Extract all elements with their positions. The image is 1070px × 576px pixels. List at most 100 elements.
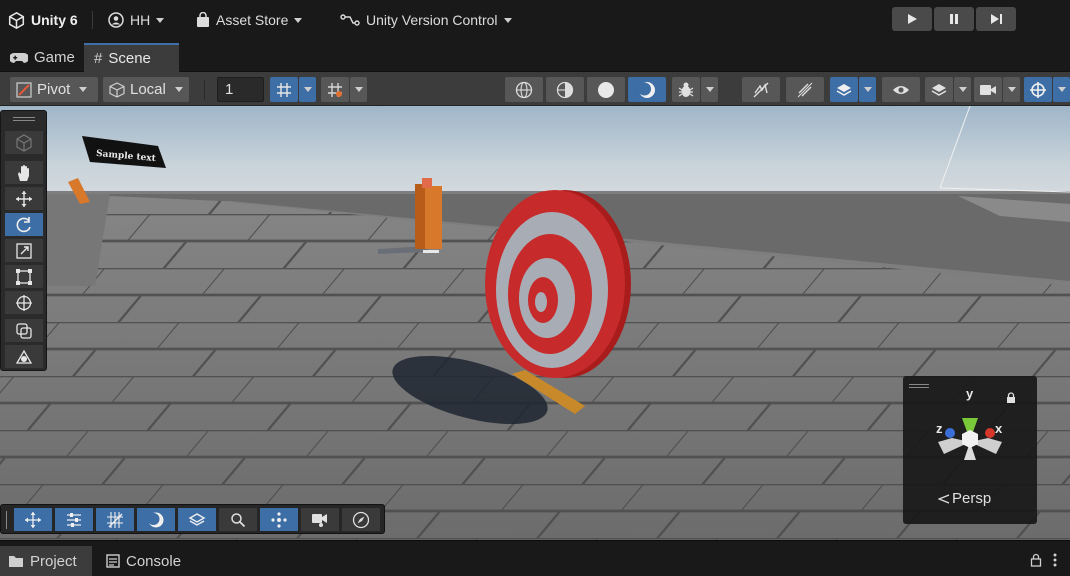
play-button[interactable] bbox=[892, 7, 932, 31]
z-axis-label: z bbox=[936, 421, 943, 436]
snap-icon bbox=[328, 82, 342, 97]
camera-dropdown[interactable] bbox=[1003, 77, 1020, 102]
snap-dropdown[interactable] bbox=[350, 77, 367, 102]
transform-tool-button[interactable] bbox=[5, 291, 43, 314]
asset-store-menu[interactable]: Asset Store bbox=[196, 0, 303, 40]
toggle-2d-button[interactable] bbox=[742, 77, 780, 102]
center-cube[interactable] bbox=[962, 430, 978, 448]
increment-snap-toggle[interactable] bbox=[321, 77, 349, 102]
drag-handle[interactable] bbox=[909, 384, 929, 385]
y-axis-label: y bbox=[966, 386, 974, 401]
unity-logo-icon bbox=[8, 11, 25, 29]
view-tool-button[interactable] bbox=[5, 131, 43, 154]
probe-icon bbox=[15, 349, 33, 364]
lock-icon[interactable] bbox=[1030, 553, 1042, 567]
grid-dropdown[interactable] bbox=[299, 77, 316, 102]
chevron-down-icon bbox=[1007, 87, 1016, 92]
gizmos-toggle-button[interactable] bbox=[1024, 77, 1052, 102]
gizmos-dropdown[interactable] bbox=[1053, 77, 1070, 102]
debug-draw-mode-button[interactable] bbox=[672, 77, 700, 102]
tab-console[interactable]: Console bbox=[98, 546, 189, 576]
probe-tool-button[interactable] bbox=[5, 345, 43, 368]
snap-increment-input[interactable]: 1 bbox=[217, 77, 264, 102]
rect-tool-button[interactable] bbox=[5, 265, 43, 288]
chevron-down-icon bbox=[303, 87, 312, 92]
orientation-overlay-button[interactable] bbox=[14, 508, 52, 531]
custom-tool-button[interactable] bbox=[5, 319, 43, 342]
tool-settings-overlay-button[interactable] bbox=[55, 508, 93, 531]
rotate-tool-button[interactable] bbox=[5, 213, 43, 236]
moon-icon bbox=[147, 512, 164, 527]
hand-tool-button[interactable] bbox=[5, 161, 43, 184]
search-overlay-button[interactable] bbox=[219, 508, 257, 531]
camera-overlay-button[interactable] bbox=[301, 508, 339, 531]
grid-icon bbox=[277, 82, 291, 97]
z-axis-handle[interactable] bbox=[945, 428, 955, 438]
effects-dropdown[interactable] bbox=[859, 77, 876, 102]
folder-icon bbox=[9, 556, 23, 567]
grid-overlay-button[interactable] bbox=[96, 508, 134, 531]
step-button[interactable] bbox=[976, 7, 1016, 31]
audio-toggle-button[interactable] bbox=[786, 77, 824, 102]
move-tool-button[interactable] bbox=[5, 187, 43, 210]
rotate-icon bbox=[16, 216, 31, 232]
effects-toggle-button[interactable] bbox=[830, 77, 858, 102]
grid-icon bbox=[107, 511, 123, 528]
grid-snapping-toggle[interactable] bbox=[270, 77, 298, 102]
drag-handle[interactable] bbox=[13, 117, 35, 118]
bug-icon bbox=[678, 82, 694, 97]
tab-scene[interactable]: # Scene bbox=[84, 43, 179, 72]
unlit-shading-button[interactable] bbox=[628, 77, 666, 102]
projection-toggle[interactable]: Persp bbox=[938, 490, 991, 507]
chevron-down-icon bbox=[174, 87, 183, 92]
pivot-dropdown[interactable]: Pivot bbox=[10, 77, 98, 102]
projection-label: Persp bbox=[952, 490, 992, 507]
pause-button[interactable] bbox=[934, 7, 974, 31]
shaded-button[interactable] bbox=[587, 77, 625, 102]
account-menu[interactable]: Unity 6 bbox=[8, 0, 78, 40]
camera-preview-icon bbox=[312, 513, 327, 527]
wireframe-shading-button[interactable] bbox=[505, 77, 543, 102]
hash-icon: # bbox=[94, 50, 103, 67]
layers-button[interactable] bbox=[925, 77, 953, 102]
perspective-icon bbox=[938, 493, 950, 504]
chevron-down-icon bbox=[503, 17, 512, 23]
more-options-icon[interactable] bbox=[1052, 553, 1058, 567]
effects-overlay-button[interactable] bbox=[178, 508, 216, 531]
drag-handle[interactable] bbox=[6, 511, 7, 529]
tab-scene-label: Scene bbox=[108, 50, 151, 67]
x-axis-handle[interactable] bbox=[985, 428, 995, 438]
chevron-down-icon bbox=[1057, 87, 1066, 92]
chevron-down-icon bbox=[156, 17, 165, 23]
chevron-down-icon bbox=[958, 87, 967, 92]
2d-toggle-icon bbox=[753, 82, 769, 97]
transform-tools-panel bbox=[0, 110, 47, 371]
tab-game[interactable]: Game bbox=[0, 43, 85, 72]
debug-draw-dropdown[interactable] bbox=[701, 77, 718, 102]
user-menu[interactable]: HH bbox=[108, 0, 165, 40]
scale-tool-button[interactable] bbox=[5, 239, 43, 262]
account-label: Unity 6 bbox=[31, 12, 78, 28]
navigation-overlay-button[interactable] bbox=[342, 508, 380, 531]
tab-console-label: Console bbox=[126, 552, 182, 570]
scene-visibility-button[interactable] bbox=[882, 77, 920, 102]
bottom-tab-bar: Project Console bbox=[0, 540, 1070, 576]
play-icon bbox=[908, 14, 917, 24]
layers-dropdown[interactable] bbox=[954, 77, 971, 102]
component-tools-overlay-button[interactable] bbox=[260, 508, 298, 531]
layers-icon bbox=[931, 83, 947, 96]
tab-project-label: Project bbox=[30, 552, 77, 570]
cube-icon bbox=[109, 81, 125, 98]
shaded-wireframe-button[interactable] bbox=[546, 77, 584, 102]
lighting-overlay-button[interactable] bbox=[137, 508, 175, 531]
layers-effects-icon bbox=[188, 512, 206, 526]
scene-overlay-toolbar bbox=[0, 504, 385, 534]
chevron-down-icon bbox=[863, 87, 872, 92]
divider bbox=[204, 80, 205, 100]
tab-project[interactable]: Project bbox=[0, 546, 92, 576]
version-control-menu[interactable]: Unity Version Control bbox=[340, 0, 512, 40]
camera-settings-button[interactable] bbox=[974, 77, 1002, 102]
shaded-wireframe-icon bbox=[556, 81, 574, 98]
local-dropdown[interactable]: Local bbox=[103, 77, 189, 102]
orientation-gizmo[interactable]: y x z Persp bbox=[903, 376, 1037, 524]
